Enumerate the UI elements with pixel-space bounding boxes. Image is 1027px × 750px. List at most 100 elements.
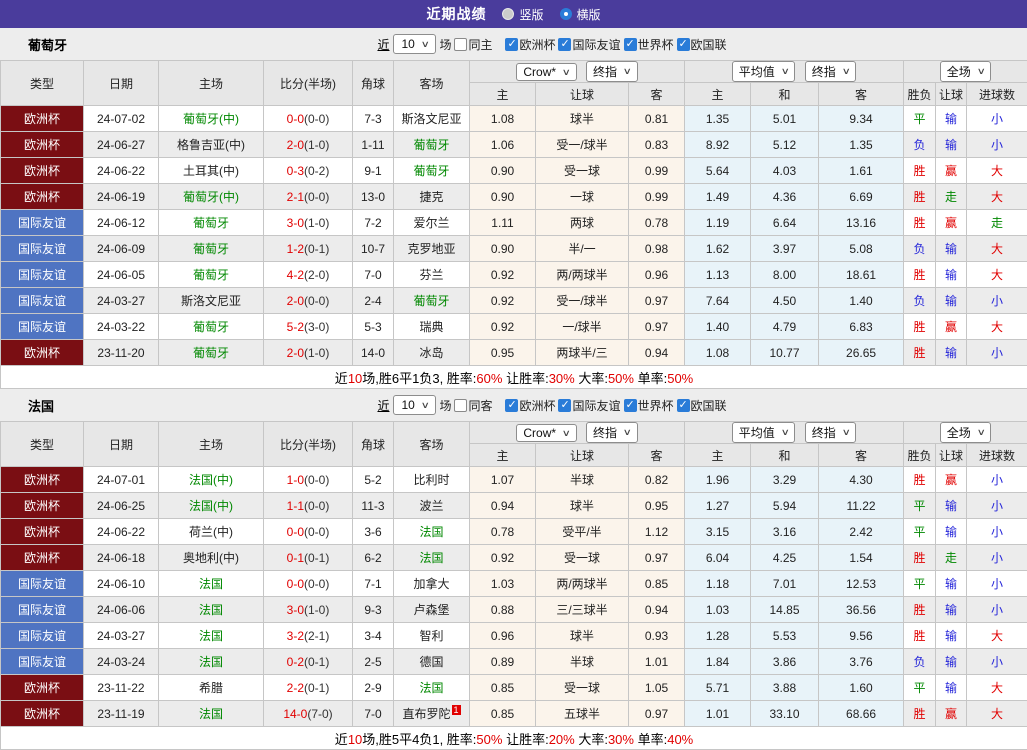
avg-draw: 5.94 — [751, 493, 819, 519]
result-goals: 大 — [967, 314, 1027, 340]
score: 14-0(7-0) — [264, 701, 353, 727]
match-date: 24-06-06 — [84, 597, 159, 623]
friendly-label: 国际友谊 — [572, 36, 620, 53]
corners: 2-4 — [353, 288, 394, 314]
corners: 3-6 — [353, 519, 394, 545]
score: 2-2(0-1) — [264, 675, 353, 701]
subcol-handicap: 让球 — [536, 83, 629, 106]
euro-checkbox[interactable] — [505, 399, 518, 412]
avg-away: 1.60 — [819, 675, 904, 701]
summary-segment: 50% — [608, 371, 634, 386]
chevron-down-icon: ∨ — [623, 427, 632, 438]
result-goals: 大 — [967, 158, 1027, 184]
summary-segment: 30% — [608, 732, 634, 747]
col-corners: 角球 — [353, 61, 394, 106]
score: 2-1(0-0) — [264, 184, 353, 210]
recent-link[interactable]: 近 — [377, 36, 389, 53]
result-outcome: 胜 — [904, 597, 936, 623]
final-odds-value-2: 终指 — [812, 63, 836, 80]
competition-badge: 欧洲杯 — [1, 184, 84, 210]
avg-draw: 3.88 — [751, 675, 819, 701]
scope-select[interactable]: 全场∨ — [940, 422, 992, 443]
home-team: 法国(中) — [159, 467, 264, 493]
radio-icon[interactable] — [560, 8, 572, 20]
avg-away: 3.76 — [819, 649, 904, 675]
score: 1-2(0-1) — [264, 236, 353, 262]
same-venue-checkbox[interactable] — [454, 38, 467, 51]
odds-handicap: 一球 — [536, 184, 629, 210]
avg-away: 11.22 — [819, 493, 904, 519]
competition-badge: 国际友谊 — [1, 236, 84, 262]
bookmaker-select[interactable]: Crow*∨ — [516, 63, 576, 81]
odds-away: 0.97 — [629, 288, 685, 314]
average-select[interactable]: 平均值∨ — [732, 61, 796, 82]
recent-link[interactable]: 近 — [377, 397, 389, 414]
competition-badge: 国际友谊 — [1, 623, 84, 649]
corners: 2-9 — [353, 675, 394, 701]
avg-draw: 4.03 — [751, 158, 819, 184]
scope-select[interactable]: 全场∨ — [940, 61, 992, 82]
result-outcome: 平 — [904, 493, 936, 519]
bookmaker-select[interactable]: Crow*∨ — [516, 424, 576, 442]
final-odds-select-2[interactable]: 终指∨ — [805, 61, 857, 82]
avg-draw: 7.01 — [751, 571, 819, 597]
odds-home: 0.89 — [470, 649, 536, 675]
final-odds-value: 终指 — [593, 63, 617, 80]
odds-home: 0.90 — [470, 184, 536, 210]
subcol-home-odds: 主 — [470, 83, 536, 106]
final-odds-select[interactable]: 终指∨ — [586, 61, 638, 82]
nationsleague-label: 欧国联 — [691, 36, 727, 53]
avg-draw: 5.01 — [751, 106, 819, 132]
odds-handicap: 球半 — [536, 493, 629, 519]
away-team: 直布罗陀1 — [394, 701, 470, 727]
final-odds-select-2[interactable]: 终指∨ — [805, 422, 857, 443]
col-away: 客场 — [394, 422, 470, 467]
match-date: 23-11-22 — [84, 675, 159, 701]
avg-home: 1.40 — [685, 314, 751, 340]
avg-away: 5.08 — [819, 236, 904, 262]
odds-away: 0.82 — [629, 467, 685, 493]
recent-count-select[interactable]: 10 ∨ — [393, 395, 436, 415]
odds-handicap: 两/两球半 — [536, 571, 629, 597]
odds-away: 0.96 — [629, 262, 685, 288]
worldcup-checkbox[interactable] — [624, 399, 637, 412]
result-outcome: 平 — [904, 571, 936, 597]
worldcup-checkbox[interactable] — [624, 38, 637, 51]
recent-count-select[interactable]: 10 ∨ — [393, 34, 436, 54]
corners: 7-1 — [353, 571, 394, 597]
odds-away: 0.94 — [629, 340, 685, 366]
euro-checkbox[interactable] — [505, 38, 518, 51]
home-team: 法国 — [159, 649, 264, 675]
layout-radio-horizontal[interactable]: 横版 — [560, 6, 601, 23]
same-venue-checkbox[interactable] — [454, 399, 467, 412]
avg-home: 1.28 — [685, 623, 751, 649]
chevron-down-icon: ∨ — [780, 427, 789, 438]
result-handicap: 输 — [936, 493, 967, 519]
odds-handicap: 受一/球半 — [536, 288, 629, 314]
radio-icon[interactable] — [502, 8, 514, 20]
avg-home: 1.35 — [685, 106, 751, 132]
corners: 9-1 — [353, 158, 394, 184]
home-team: 希腊 — [159, 675, 264, 701]
nationsleague-checkbox[interactable] — [677, 399, 690, 412]
col-away: 客场 — [394, 61, 470, 106]
summary-segment: 场,胜5平4负1, 胜率: — [362, 732, 476, 747]
friendly-checkbox[interactable] — [558, 399, 571, 412]
result-handicap: 赢 — [936, 314, 967, 340]
chevron-down-icon: ∨ — [421, 39, 430, 50]
result-outcome: 胜 — [904, 314, 936, 340]
odds-away: 0.78 — [629, 210, 685, 236]
average-select[interactable]: 平均值∨ — [732, 422, 796, 443]
nationsleague-checkbox[interactable] — [677, 38, 690, 51]
result-outcome: 胜 — [904, 210, 936, 236]
home-team: 葡萄牙 — [159, 262, 264, 288]
odds-home: 0.92 — [470, 314, 536, 340]
friendly-checkbox[interactable] — [558, 38, 571, 51]
final-odds-select[interactable]: 终指∨ — [586, 422, 638, 443]
result-handicap: 输 — [936, 340, 967, 366]
layout-radio-vertical[interactable]: 竖版 — [502, 6, 543, 23]
odds-handicap: 半球 — [536, 649, 629, 675]
col-home: 主场 — [159, 422, 264, 467]
match-date: 23-11-19 — [84, 701, 159, 727]
home-team: 法国 — [159, 623, 264, 649]
